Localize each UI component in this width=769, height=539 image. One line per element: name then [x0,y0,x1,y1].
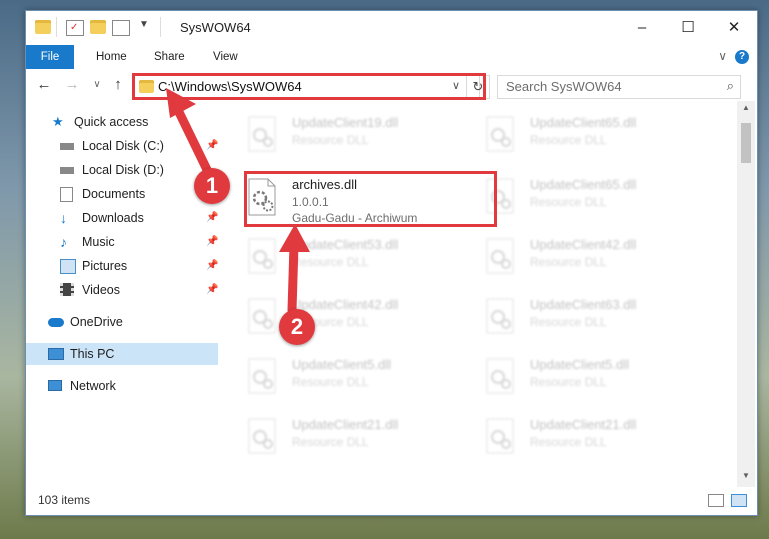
callout-one: 1 [194,168,230,204]
callout-two: 2 [279,309,315,345]
arrow-two-head [279,224,310,252]
arrow-two-shaft [287,240,299,315]
annotation-arrows [166,88,310,315]
